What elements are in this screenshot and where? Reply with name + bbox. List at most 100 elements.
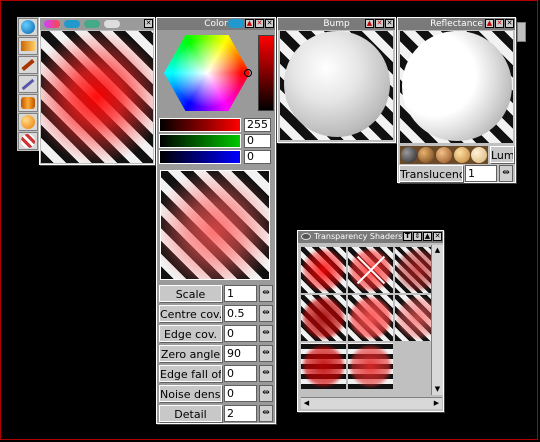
- zero-angle-spinner-icon[interactable]: ⇹: [259, 345, 273, 362]
- brush-tool-icon[interactable]: [18, 56, 38, 74]
- close-red-icon[interactable]: ✕: [255, 19, 264, 28]
- detail-spinner-icon[interactable]: ⇹: [259, 405, 273, 422]
- scroll-down-icon[interactable]: ▼: [432, 384, 443, 395]
- bump-sphere: [284, 31, 390, 137]
- bronze-preset-icon[interactable]: [418, 147, 435, 163]
- centre-cov-spinner-icon[interactable]: ⇹: [259, 305, 273, 322]
- green-value-field[interactable]: 0: [244, 134, 271, 148]
- noise-density-spinner-icon[interactable]: ⇹: [259, 385, 273, 402]
- color-panel: Color ▲ ✕ ✕ 255 0 0: [156, 17, 276, 424]
- edge-cov-spinner-icon[interactable]: ⇹: [259, 325, 273, 342]
- param-label-zero-angle[interactable]: Zero angle: [159, 345, 222, 362]
- pen-tool-icon[interactable]: [18, 75, 38, 93]
- param-label-noise-density[interactable]: Noise density: [159, 385, 222, 402]
- param-label-edge-cov[interactable]: Edge cov.: [159, 325, 222, 342]
- red-channel-bar[interactable]: [159, 118, 241, 132]
- gold-preset-icon[interactable]: [453, 147, 470, 163]
- close-icon[interactable]: ✕: [433, 232, 442, 241]
- blue-value-field[interactable]: 0: [244, 150, 271, 164]
- brightness-slider[interactable]: [258, 35, 274, 111]
- paint-tool-icon[interactable]: [18, 37, 38, 55]
- red-value-field[interactable]: 255: [244, 118, 271, 132]
- scroll-up-icon[interactable]: ▲: [432, 245, 443, 256]
- reflectance-panel-title: Reflectance: [430, 19, 483, 29]
- bump-preview: [280, 31, 393, 140]
- tool-palette: [17, 17, 39, 151]
- material-preview: [41, 31, 153, 163]
- color-preview: [160, 170, 270, 280]
- translucency-spinner-icon[interactable]: ⇹: [499, 165, 513, 182]
- shader-thumb-1[interactable]: [301, 247, 346, 293]
- close-icon[interactable]: ✕: [505, 19, 514, 28]
- vertical-scrollbar[interactable]: ▲ ▼: [431, 245, 443, 395]
- text-tool-button[interactable]: T: [403, 232, 412, 241]
- color-panel-title: Color: [204, 19, 228, 29]
- param-label-detail[interactable]: Detail: [159, 405, 222, 422]
- translucency-value-field[interactable]: 1: [465, 165, 497, 182]
- collapse-icon[interactable]: ▲: [423, 232, 432, 241]
- transparency-panel-title: Transparency Shaders: [314, 232, 403, 241]
- reflectance-titlebar: Reflectance ▲ ✕ ✕: [398, 18, 515, 30]
- color-mode-icon[interactable]: [228, 19, 244, 28]
- dark-preset-icon[interactable]: [400, 147, 417, 163]
- tube-swatch-icon[interactable]: [104, 20, 120, 28]
- param-value-scale[interactable]: 1: [224, 285, 257, 302]
- collapse-icon[interactable]: ▲: [245, 19, 254, 28]
- scroll-right-icon[interactable]: ▶: [431, 398, 442, 409]
- bump-titlebar: Bump ▲ ✕ ✕: [278, 18, 395, 30]
- bump-panel: Bump ▲ ✕ ✕: [277, 17, 396, 143]
- edge-fall-off-spinner-icon[interactable]: ⇹: [259, 365, 273, 382]
- blue-channel-bar[interactable]: [159, 150, 241, 164]
- globe-tool-icon[interactable]: [18, 18, 38, 36]
- reflectance-panel: Reflectance ▲ ✕ ✕ Lum Translucency 1 ⇹: [397, 17, 516, 183]
- sphere-tool-icon[interactable]: [18, 113, 38, 131]
- capsule-swatch-icon[interactable]: [64, 20, 80, 28]
- translucency-label[interactable]: Translucency: [399, 165, 463, 182]
- close-red-icon[interactable]: ✕: [375, 19, 384, 28]
- eye-icon: [301, 233, 311, 240]
- close-icon[interactable]: ✕: [144, 19, 153, 28]
- param-label-scale[interactable]: Scale: [159, 285, 222, 302]
- lum-button[interactable]: Lum: [490, 146, 514, 163]
- preview-panel: ✕: [39, 17, 155, 165]
- param-value-edge-fall-off[interactable]: 0: [224, 365, 257, 382]
- horizontal-scrollbar[interactable]: ◀ ▶: [301, 397, 442, 409]
- green-channel-bar[interactable]: [159, 134, 241, 148]
- hue-hexagon-picker[interactable]: [164, 35, 250, 111]
- param-value-detail[interactable]: 2: [224, 405, 257, 422]
- shader-thumb-8[interactable]: [348, 343, 393, 389]
- close-icon[interactable]: ✕: [385, 19, 394, 28]
- shader-grid: [301, 247, 440, 395]
- shader-thumb-2[interactable]: [348, 247, 393, 293]
- shader-thumb-4[interactable]: [301, 295, 346, 341]
- scroll-left-icon[interactable]: ◀: [301, 398, 312, 409]
- transparency-titlebar: Transparency Shaders T ⇕ ▲ ✕: [298, 231, 443, 243]
- param-value-edge-cov[interactable]: 0: [224, 325, 257, 342]
- close-red-icon[interactable]: ✕: [495, 19, 504, 28]
- scale-spinner-icon[interactable]: ⇹: [259, 285, 273, 302]
- reflectance-sphere: [402, 31, 512, 141]
- close-icon[interactable]: ✕: [265, 19, 274, 28]
- shader-thumb-7[interactable]: [301, 343, 346, 389]
- param-label-centre-cov[interactable]: Centre cov.: [159, 305, 222, 322]
- shader-thumb-5[interactable]: [348, 295, 393, 341]
- param-value-centre-cov[interactable]: 0.5: [224, 305, 257, 322]
- cylinder-tool-icon[interactable]: [18, 94, 38, 112]
- color-titlebar: Color ▲ ✕ ✕: [157, 18, 275, 30]
- collapse-icon[interactable]: ▲: [365, 19, 374, 28]
- hue-cursor-icon[interactable]: [244, 69, 252, 77]
- param-label-edge-fall-off[interactable]: Edge fall off: [159, 365, 222, 382]
- param-value-noise-density[interactable]: 0: [224, 385, 257, 402]
- striped-sphere-tool-icon[interactable]: [18, 132, 38, 150]
- bump-panel-title: Bump: [323, 19, 350, 29]
- param-value-zero-angle[interactable]: 90: [224, 345, 257, 362]
- material-swatch-icon[interactable]: [44, 20, 60, 28]
- preset-swatch-strip: [400, 146, 488, 164]
- panel-scroll-tab[interactable]: [517, 22, 526, 42]
- collapse-icon[interactable]: ▲: [485, 19, 494, 28]
- scroll-up-down-icon[interactable]: ⇕: [413, 232, 422, 241]
- copper-preset-icon[interactable]: [435, 147, 452, 163]
- transparency-shaders-panel: Transparency Shaders T ⇕ ▲ ✕ ▲ ▼ ◀ ▶: [297, 230, 444, 412]
- cream-preset-icon[interactable]: [471, 147, 488, 163]
- ring-swatch-icon[interactable]: [84, 20, 100, 28]
